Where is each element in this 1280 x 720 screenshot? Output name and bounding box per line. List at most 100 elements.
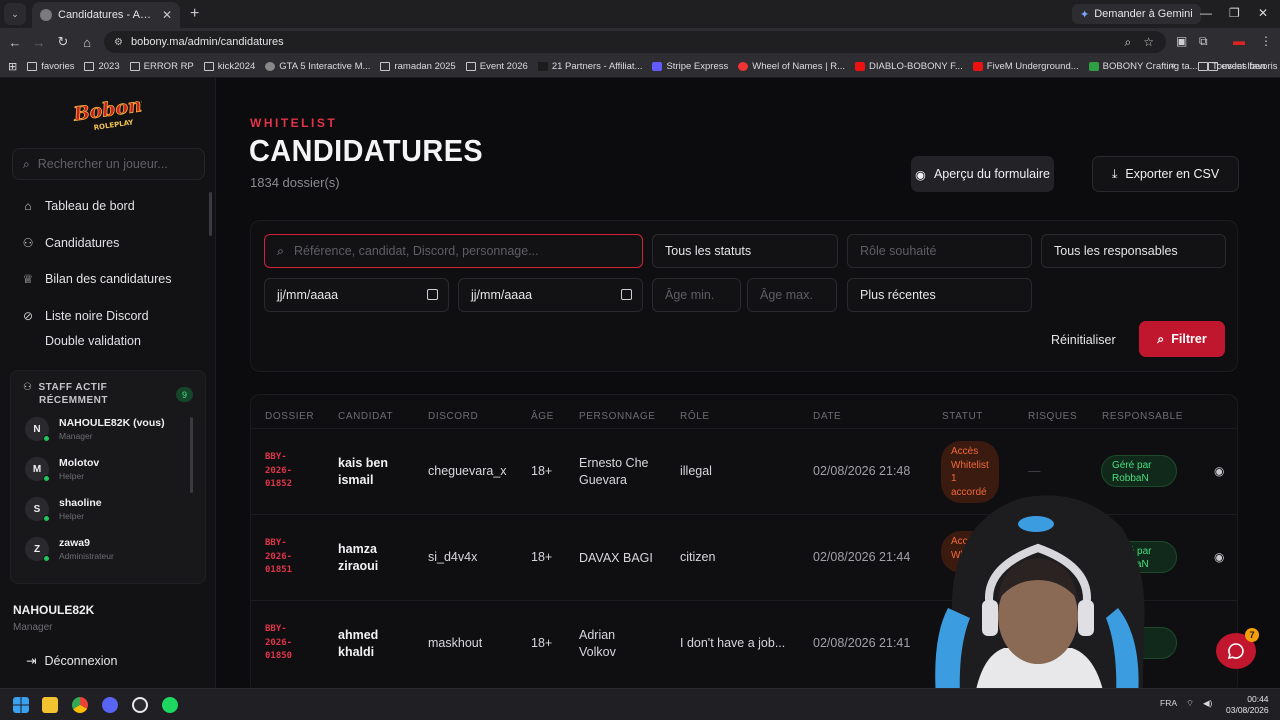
browser-menu-icon[interactable]: ⋮ <box>1260 34 1272 48</box>
age-min-input[interactable] <box>665 288 740 302</box>
tab-close-icon[interactable]: ✕ <box>162 8 172 22</box>
role-input[interactable] <box>860 244 1031 258</box>
column-header[interactable]: DISCORD <box>428 411 478 422</box>
volume-icon[interactable]: ◀) <box>1203 698 1212 709</box>
column-header[interactable]: PERSONNAGE <box>579 411 656 422</box>
close-window-button[interactable]: ✕ <box>1258 6 1268 20</box>
reload-icon[interactable]: ↻ <box>51 34 75 50</box>
column-header[interactable]: ÂGE <box>531 411 554 422</box>
column-header[interactable]: STATUT <box>942 411 983 422</box>
bookmark-item[interactable]: Event 2026 <box>465 61 528 72</box>
column-header[interactable]: CANDIDAT <box>338 411 393 422</box>
tab-search-button[interactable]: ⌄ <box>4 3 26 25</box>
maximize-button[interactable]: ❐ <box>1229 6 1240 20</box>
bookmark-item[interactable]: ramadan 2025 <box>380 61 456 72</box>
zoom-icon[interactable]: ⌕ <box>1125 35 1132 50</box>
bookmark-item[interactable]: Wheel of Names | R... <box>738 61 845 72</box>
windows-start-icon[interactable] <box>13 697 29 713</box>
view-eye-icon[interactable]: ◉ <box>1214 550 1224 564</box>
system-clock[interactable]: 00:44 03/08/2026 <box>1226 694 1269 716</box>
status-select[interactable]: Tous les statuts <box>652 234 838 268</box>
candidate-name-line: ziraoui <box>338 558 379 573</box>
responsable-select[interactable]: Tous les responsables <box>1041 234 1226 268</box>
sidebar-item-bilan[interactable]: ♕ Bilan des candidatures <box>0 261 216 298</box>
calendar-icon[interactable] <box>621 289 632 300</box>
staff-member[interactable]: M Molotov Helper <box>25 457 99 482</box>
bookmark-item[interactable]: FiveM Underground... <box>972 61 1079 72</box>
age-max-input[interactable] <box>760 288 836 302</box>
dossier-ref[interactable]: BBY- 2026- 01851 <box>265 537 305 578</box>
sidebar-scrollbar[interactable] <box>209 192 212 236</box>
back-icon[interactable]: ← <box>3 35 27 50</box>
sidebar-item-blacklist[interactable]: ⊘ Liste noire Discord <box>0 298 216 335</box>
date-to-field[interactable]: jj/mm/aaaa <box>458 278 643 312</box>
url-bar[interactable]: ⚙ bobony.ma/admin/candidatures ⌕ ☆ <box>104 31 1166 53</box>
column-header[interactable]: RESPONSABLE <box>1102 411 1183 422</box>
network-icon[interactable]: ⌔ <box>1186 698 1194 709</box>
dossier-ref[interactable]: BBY- 2026- 01852 <box>265 451 305 492</box>
bookmark-item[interactable]: 21 Partners - Affiliat... <box>537 61 642 72</box>
logout-icon: ⇥ <box>26 654 37 668</box>
bookmark-item[interactable]: BOBONY Crafting ta... <box>1088 61 1198 72</box>
staff-member[interactable]: S shaoline Helper <box>25 497 102 522</box>
obs-icon[interactable] <box>132 697 148 713</box>
column-header[interactable]: DOSSIER <box>265 411 314 422</box>
minimize-button[interactable]: — <box>1200 6 1212 20</box>
sort-select[interactable]: Plus récentes <box>847 278 1032 312</box>
bookmark-star-icon[interactable]: ☆ <box>1143 35 1154 49</box>
gemini-button[interactable]: ✦ Demander à Gemini <box>1072 4 1201 24</box>
player-search-input[interactable] <box>37 157 188 171</box>
age-min-field[interactable] <box>652 278 741 312</box>
role-field[interactable] <box>847 234 1032 268</box>
bookmarks-overflow-icon[interactable]: » <box>1170 60 1176 71</box>
application-search[interactable]: ⌕ <box>264 234 643 268</box>
profile-icon[interactable]: ▬ <box>1233 34 1245 48</box>
bookmark-item[interactable]: favories <box>27 61 74 72</box>
logout-button[interactable]: ⇥ Déconnexion <box>26 653 117 669</box>
staff-member[interactable]: N NAHOULE82K (vous) Manager <box>25 417 165 442</box>
column-header[interactable]: RÔLE <box>680 411 710 422</box>
bobony-logo[interactable]: Bobony ROLEPLAY <box>72 94 142 134</box>
sidebar-item-dashboard[interactable]: ⌂ Tableau de bord <box>0 188 216 225</box>
application-search-input[interactable] <box>294 244 642 258</box>
dossier-ref[interactable]: BBY- 2026- 01850 <box>265 623 305 664</box>
player-search[interactable]: ⌕ <box>12 148 205 180</box>
sidebar-item-candidatures[interactable]: ⚇ Candidatures <box>0 225 216 262</box>
new-tab-button[interactable]: + <box>190 5 199 23</box>
staff-member[interactable]: Z zawa9 Administrateur <box>25 537 114 562</box>
filter-button[interactable]: ⌕ Filtrer <box>1139 321 1225 357</box>
calendar-icon[interactable] <box>427 289 438 300</box>
extensions-puzzle-icon[interactable]: ⧉ <box>1199 34 1208 49</box>
column-header[interactable]: RISQUES <box>1028 411 1077 422</box>
forward-icon[interactable]: → <box>27 35 51 50</box>
spotify-icon[interactable] <box>162 697 178 713</box>
form-preview-button[interactable]: ◉ Aperçu du formulaire <box>911 156 1054 192</box>
all-bookmarks[interactable]: Tous les favoris <box>1198 61 1277 72</box>
staff-panel-title: ⚇ STAFF ACTIF RÉCEMMENT <box>23 381 108 407</box>
view-eye-icon[interactable]: ◉ <box>1214 464 1224 478</box>
filters-panel: ⌕ Tous les statuts Tous les responsables… <box>250 220 1238 372</box>
apps-grid-icon[interactable]: ⊞ <box>8 60 17 73</box>
bookmark-item[interactable]: GTA 5 Interactive M... <box>265 61 370 72</box>
bookmark-item[interactable]: 2023 <box>84 61 120 72</box>
chrome-icon[interactable] <box>72 697 88 713</box>
extension-icon[interactable]: ▣ <box>1176 34 1187 48</box>
date-from-field[interactable]: jj/mm/aaaa <box>264 278 449 312</box>
home-icon[interactable]: ⌂ <box>75 35 99 50</box>
browser-tab[interactable]: Candidatures - Administration B ✕ <box>32 2 180 28</box>
column-header[interactable]: DATE <box>813 411 841 422</box>
export-csv-button[interactable]: ⤓ Exporter en CSV <box>1092 156 1239 192</box>
bookmark-item[interactable]: Stripe Express <box>652 61 728 72</box>
language-indicator[interactable]: FRA <box>1160 698 1177 708</box>
reset-button[interactable]: Réinitialiser <box>1051 333 1116 347</box>
site-info-icon[interactable]: ⚙ <box>114 37 123 48</box>
file-explorer-icon[interactable] <box>42 697 58 713</box>
discord-handle: cheguevara_x <box>428 464 507 478</box>
age-max-field[interactable] <box>747 278 837 312</box>
bookmark-item[interactable]: DIABLO-BOBONY F... <box>855 61 963 72</box>
discord-icon[interactable] <box>102 697 118 713</box>
staff-scrollbar[interactable] <box>190 417 193 493</box>
bookmark-item[interactable]: kick2024 <box>203 61 255 72</box>
sidebar-item-double-validation[interactable]: Double validation <box>0 334 216 348</box>
bookmark-item[interactable]: ERROR RP <box>129 61 194 72</box>
